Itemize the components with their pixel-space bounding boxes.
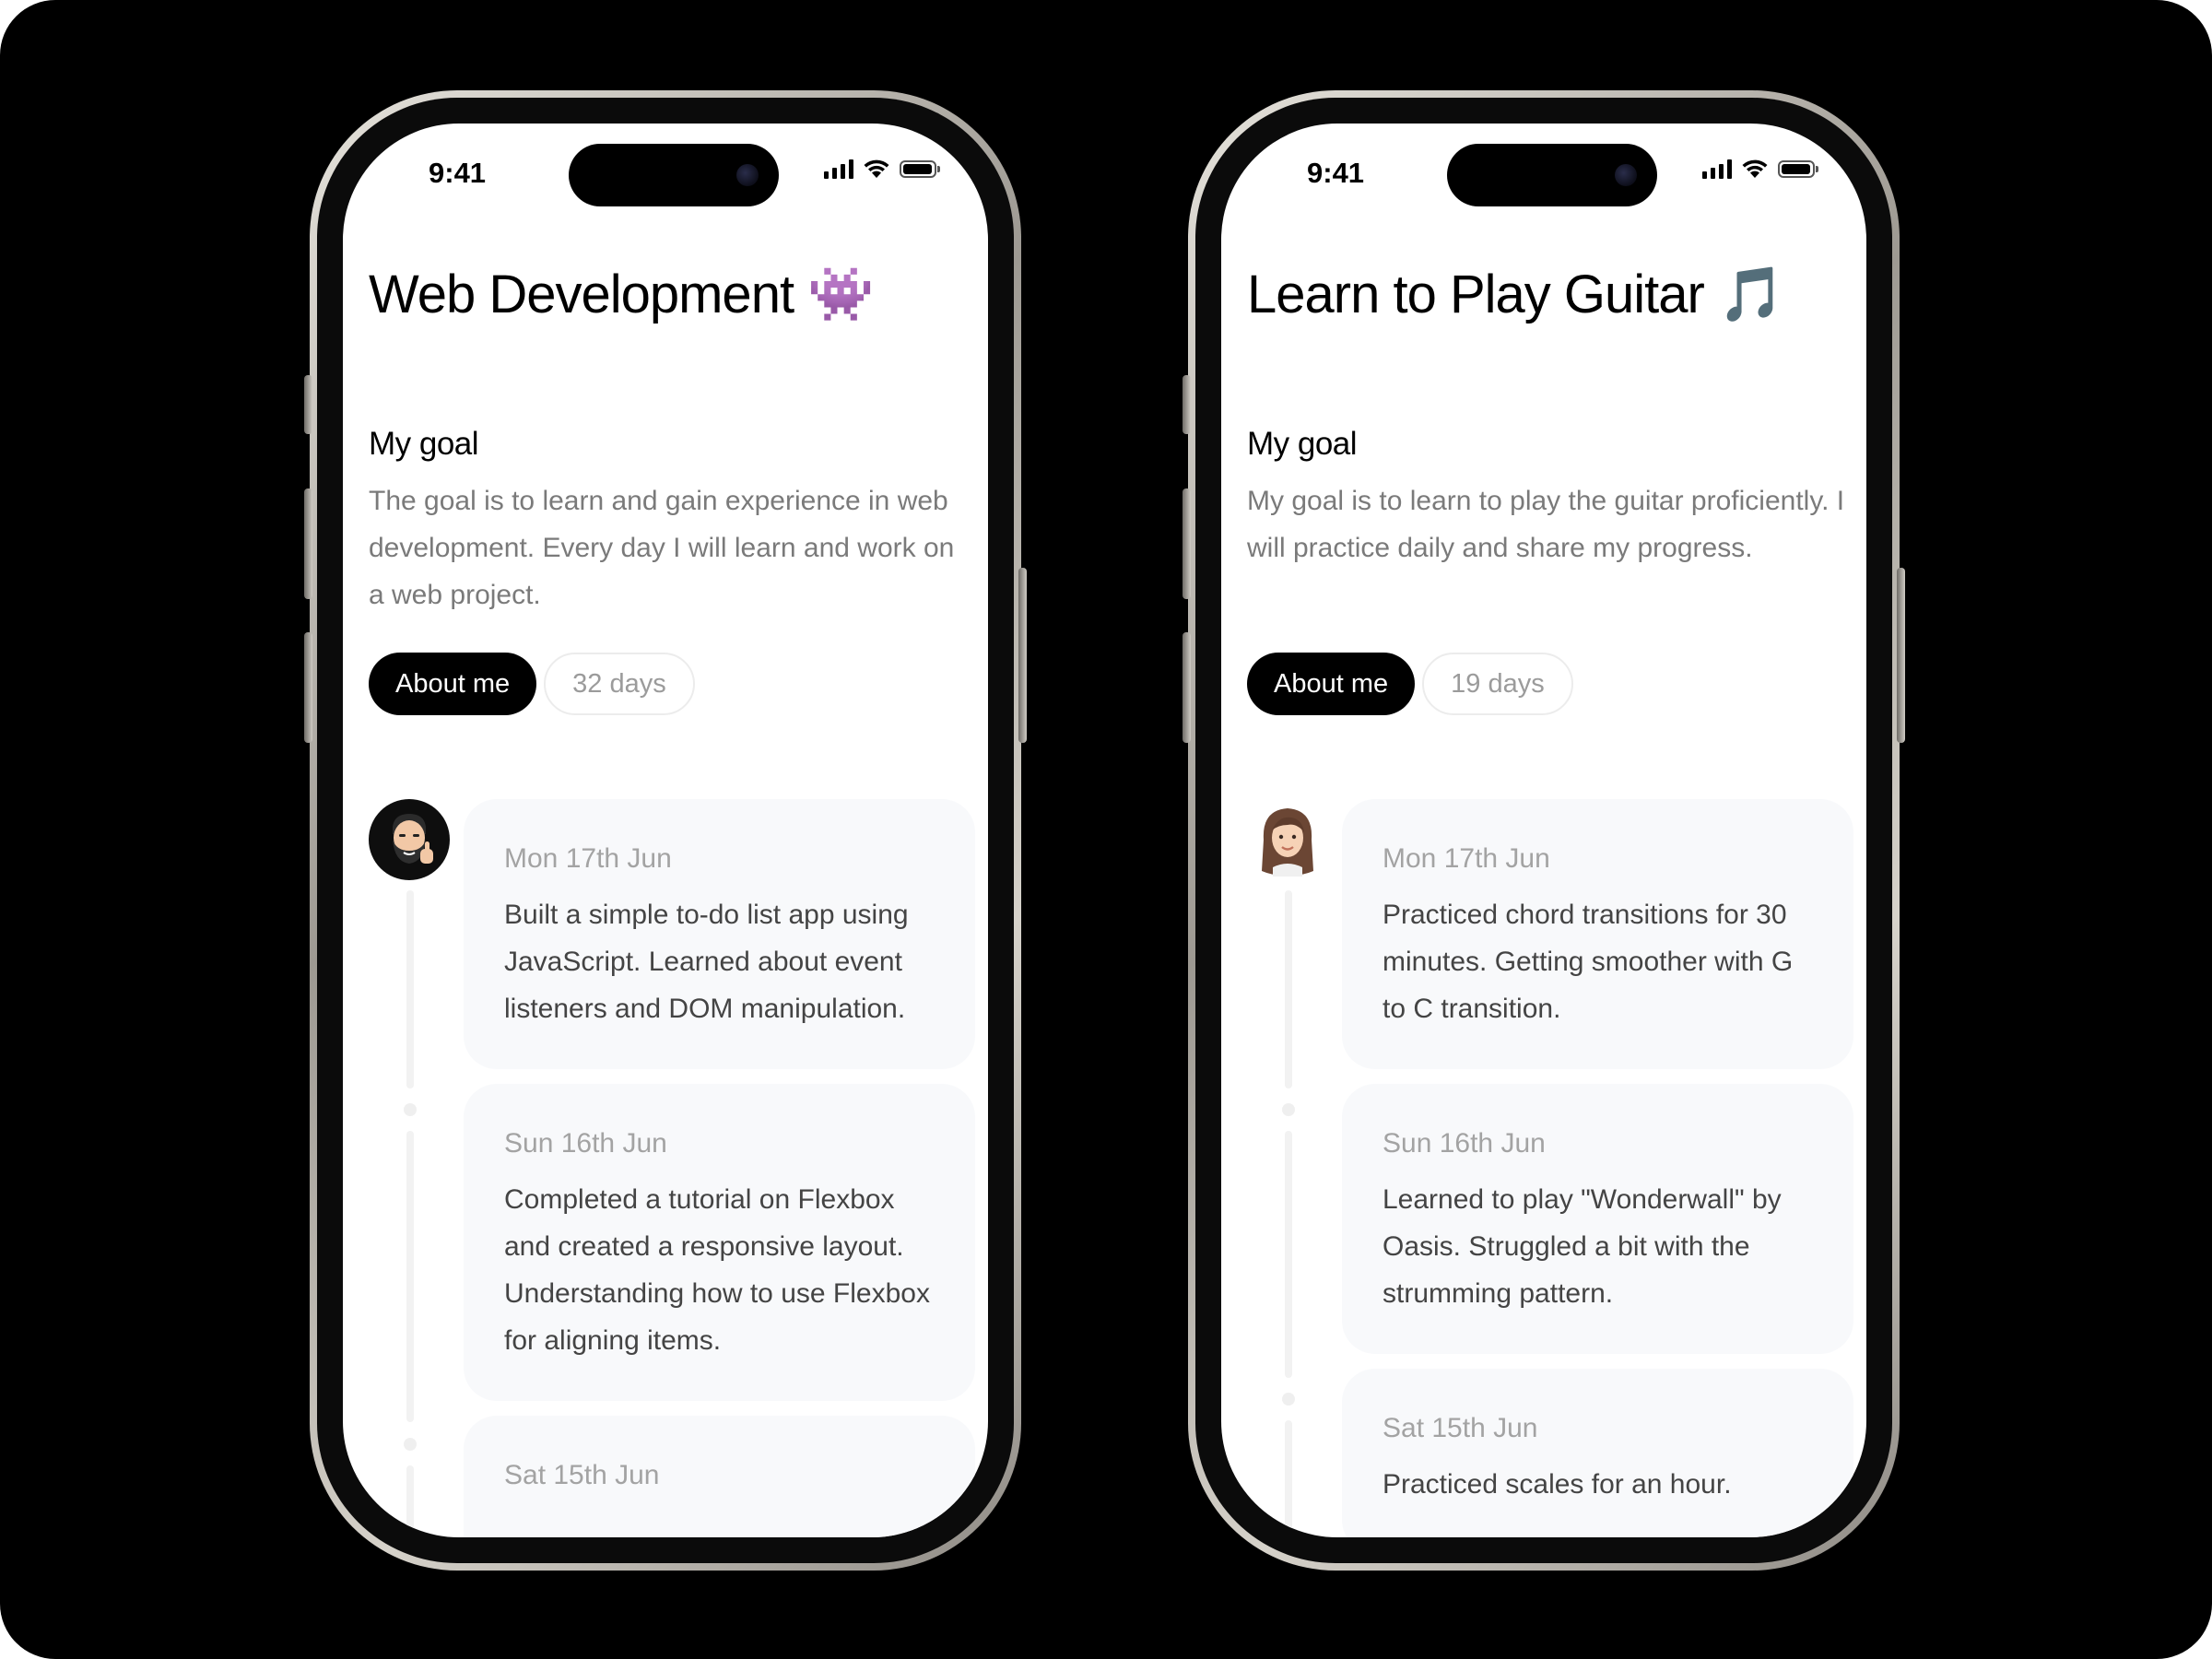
- volume-up-button: [1182, 488, 1191, 599]
- goal-heading: My goal: [1247, 426, 1358, 462]
- entry-text: Built a simple to-do list app using Java…: [504, 900, 909, 1024]
- entry-text: Practiced scales for an hour.: [1382, 1469, 1732, 1500]
- list-item[interactable]: Sun 16th Jun Learned to play "Wonderwall…: [1342, 1084, 1853, 1354]
- entry-date: Sun 16th Jun: [504, 1128, 667, 1159]
- profile-chips: About me 32 days: [369, 653, 695, 715]
- about-me-button[interactable]: About me: [369, 653, 537, 715]
- phone-bezel: 9:41 Learn to Play Guitar 🎵 My goal My g…: [1195, 98, 1892, 1563]
- about-me-button[interactable]: About me: [1247, 653, 1416, 715]
- dynamic-island: [569, 144, 779, 206]
- power-button: [1897, 568, 1905, 743]
- timeline-dot: [404, 1103, 417, 1116]
- phone-mockup-web-dev: 9:41 Web Development 👾 My goal The goal …: [304, 90, 1027, 1571]
- entry-text: Learned to play "Wonderwall" by Oasis. S…: [1382, 1184, 1782, 1309]
- progress-entries: Mon 17th Jun Practiced chord transitions…: [1342, 799, 1853, 1537]
- avatar[interactable]: [1247, 799, 1328, 880]
- days-count-badge: 19 days: [1422, 653, 1573, 715]
- status-time: 9:41: [1307, 157, 1365, 189]
- status-icons: [824, 159, 940, 179]
- timeline-track: [404, 890, 417, 1537]
- goal-heading: My goal: [369, 426, 479, 462]
- volume-up-button: [304, 488, 312, 599]
- list-item[interactable]: Mon 17th Jun Practiced chord transitions…: [1342, 799, 1853, 1069]
- entry-text: Completed a tutorial on Flexbox and crea…: [504, 1184, 930, 1356]
- entry-date: Sat 15th Jun: [504, 1460, 660, 1490]
- woman-avatar-icon: [1262, 808, 1313, 877]
- power-button: [1018, 568, 1027, 743]
- entry-text: Practiced chord transitions for 30 minut…: [1382, 900, 1794, 1024]
- entry-date: Sat 15th Jun: [1382, 1413, 1538, 1443]
- entry-date: Sun 16th Jun: [1382, 1128, 1546, 1159]
- timeline-track: [1282, 890, 1295, 1537]
- timeline-dot: [404, 1438, 417, 1451]
- wifi-icon: [1742, 159, 1768, 178]
- avatar[interactable]: [369, 799, 450, 880]
- list-item[interactable]: Sat 15th Jun Practiced scales for an hou…: [1342, 1369, 1853, 1537]
- phone-screen: 9:41 Web Development 👾 My goal The goal …: [343, 124, 988, 1537]
- alien-monster-emoji-icon: 👾: [807, 265, 874, 324]
- battery-icon: [900, 159, 940, 178]
- goal-description: The goal is to learn and gain experience…: [369, 486, 955, 610]
- phone-bezel: 9:41 Web Development 👾 My goal The goal …: [317, 98, 1014, 1563]
- dynamic-island: [1447, 144, 1657, 206]
- timeline-dot: [1282, 1103, 1295, 1116]
- timeline-dot: [1282, 1393, 1295, 1406]
- status-icons: [1702, 159, 1818, 179]
- list-item[interactable]: Sun 16th Jun Completed a tutorial on Fle…: [464, 1084, 975, 1401]
- cellular-signal-icon: [1702, 159, 1732, 179]
- front-camera: [1615, 164, 1637, 186]
- phone-mockup-guitar: 9:41 Learn to Play Guitar 🎵 My goal My g…: [1182, 90, 1905, 1571]
- bearded-man-thumbs-up-avatar-icon: [393, 814, 433, 864]
- action-button: [304, 375, 312, 434]
- page-title: Web Development 👾: [369, 264, 874, 326]
- cellular-signal-icon: [824, 159, 853, 179]
- battery-icon: [1778, 159, 1818, 178]
- showcase-background: 9:41 Web Development 👾 My goal The goal …: [0, 0, 2212, 1659]
- page-title: Learn to Play Guitar 🎵: [1247, 264, 1784, 326]
- title-text: Web Development: [369, 265, 794, 324]
- profile-chips: About me 19 days: [1247, 653, 1573, 715]
- entry-date: Mon 17th Jun: [504, 843, 672, 874]
- status-time: 9:41: [429, 157, 487, 189]
- entry-date: Mon 17th Jun: [1382, 843, 1550, 874]
- wifi-icon: [864, 159, 889, 178]
- volume-down-button: [304, 632, 312, 743]
- list-item[interactable]: Sat 15th Jun: [464, 1416, 975, 1537]
- action-button: [1182, 375, 1191, 434]
- goal-description: My goal is to learn to play the guitar p…: [1247, 486, 1845, 563]
- progress-entries: Mon 17th Jun Built a simple to-do list a…: [464, 799, 975, 1537]
- phone-screen: 9:41 Learn to Play Guitar 🎵 My goal My g…: [1221, 124, 1866, 1537]
- front-camera: [736, 164, 759, 186]
- days-count-badge: 32 days: [544, 653, 695, 715]
- music-notes-emoji-icon: 🎵: [1717, 265, 1784, 324]
- list-item[interactable]: Mon 17th Jun Built a simple to-do list a…: [464, 799, 975, 1069]
- title-text: Learn to Play Guitar: [1247, 265, 1705, 324]
- volume-down-button: [1182, 632, 1191, 743]
